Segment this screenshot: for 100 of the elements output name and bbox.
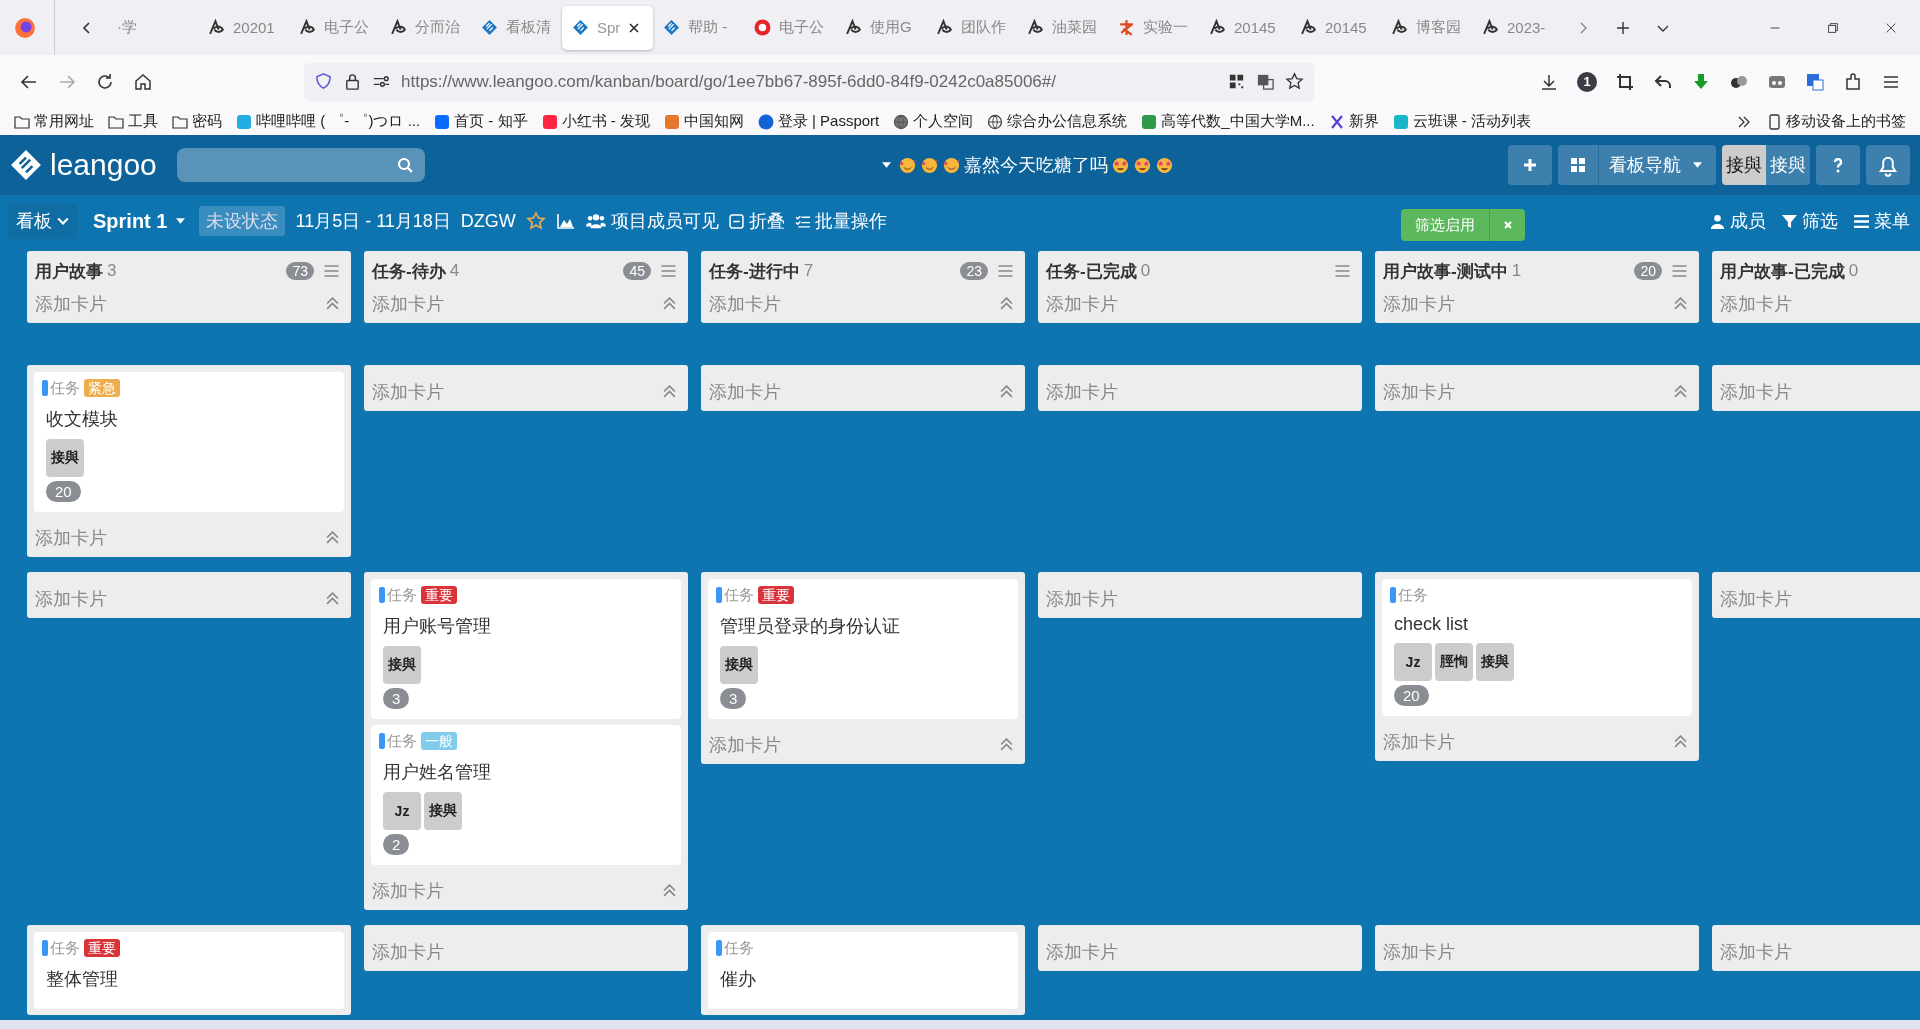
bookmark-item[interactable]: 新界: [1328, 112, 1379, 131]
browser-tab[interactable]: 使用G: [835, 5, 926, 50]
column-title[interactable]: 用户故事-测试中: [1383, 259, 1508, 283]
add-card-link[interactable]: 添加卡片: [1383, 729, 1455, 754]
crop-icon[interactable]: [1615, 71, 1635, 92]
add-card-link[interactable]: 添加卡片: [35, 291, 107, 316]
browser-tab[interactable]: 20145: [1290, 5, 1381, 50]
restore-icon[interactable]: [1826, 20, 1840, 35]
filter-button[interactable]: 筛选: [1782, 209, 1838, 233]
browser-tab[interactable]: 20201: [198, 5, 289, 50]
add-card-link[interactable]: 添加卡片: [1383, 291, 1455, 316]
menu-button[interactable]: 菜单: [1854, 209, 1910, 233]
qr-code-icon[interactable]: [1227, 72, 1246, 91]
browser-tab[interactable]: 团队作: [926, 5, 1017, 50]
task-card[interactable]: 任务 重要 用户账号管理 接與 3: [371, 579, 681, 719]
bookmark-item[interactable]: 工具: [108, 112, 158, 131]
column-title[interactable]: 用户故事-已完成: [1720, 259, 1845, 283]
column-title[interactable]: 任务-待办: [372, 259, 446, 283]
add-button[interactable]: [1508, 145, 1552, 185]
filter-enabled-button[interactable]: 筛选启用: [1401, 209, 1489, 241]
browser-tab[interactable]: 电子公: [289, 5, 380, 50]
double-chevron-up-icon[interactable]: [326, 531, 339, 544]
add-card-link[interactable]: 添加卡片: [1720, 586, 1792, 611]
double-chevron-up-icon[interactable]: [1000, 385, 1013, 398]
add-card-link[interactable]: 添加卡片: [35, 586, 107, 611]
help-button[interactable]: [1816, 145, 1860, 185]
reload-icon[interactable]: [95, 71, 115, 92]
clear-filter-button[interactable]: [1489, 209, 1525, 241]
sprint-selector[interactable]: Sprint 1: [93, 209, 190, 233]
board-nav-button[interactable]: 看板导航: [1558, 145, 1716, 185]
puzzle-icon[interactable]: [1843, 71, 1863, 92]
browser-tab[interactable]: 博客园: [1381, 5, 1472, 50]
user-avatar[interactable]: 接與: [1722, 145, 1766, 185]
bookmark-item[interactable]: 哔哩哔哩 ( ゜- ゜)つロ ...: [236, 112, 421, 131]
add-card-link[interactable]: 添加卡片: [1720, 939, 1792, 964]
browser-tab[interactable]: 20145: [1199, 5, 1290, 50]
browser-tab[interactable]: 2023-: [1472, 5, 1563, 50]
bookmark-item[interactable]: 常用网址: [14, 112, 94, 131]
double-chevron-up-icon[interactable]: [1674, 385, 1687, 398]
bookmark-item[interactable]: 登录 | Passport: [757, 112, 880, 131]
double-chevron-up-icon[interactable]: [1000, 297, 1013, 310]
task-card[interactable]: 任务 一般 用户姓名管理 Jz 接與 2: [371, 725, 681, 865]
task-card[interactable]: 任务 重要 管理员登录的身份认证 接與 3: [708, 579, 1018, 719]
double-chevron-up-icon[interactable]: [663, 884, 676, 897]
plus-icon[interactable]: [1615, 19, 1631, 36]
browser-tab[interactable]: 电子公: [744, 5, 835, 50]
task-card[interactable]: 任务 check list Jz 脛恂 接與 20: [1382, 579, 1692, 716]
search-icon[interactable]: [396, 157, 413, 173]
add-card-link[interactable]: 添加卡片: [1046, 586, 1118, 611]
bookmark-item[interactable]: 中国知网: [663, 112, 744, 131]
add-card-link[interactable]: 添加卡片: [372, 939, 444, 964]
add-card-link[interactable]: 添加卡片: [35, 525, 107, 550]
add-card-link[interactable]: 添加卡片: [372, 379, 444, 404]
address-bar[interactable]: https://www.leangoo.com/kanban/board/go/1ee7bb67-895f-6dd0-84f9-0242c0a85006#/: [304, 62, 1314, 101]
double-chevron-up-icon[interactable]: [326, 297, 339, 310]
double-chevron-up-icon[interactable]: [1000, 738, 1013, 751]
task-card[interactable]: 任务 催办: [708, 932, 1018, 1009]
bookmark-item[interactable]: 小红书 - 发现: [541, 112, 650, 131]
star-icon[interactable]: [525, 211, 546, 231]
browser-tab[interactable]: 油菜园: [1017, 5, 1108, 50]
translate-icon[interactable]: [1256, 72, 1275, 91]
firefox-icon[interactable]: [14, 16, 36, 39]
home-icon[interactable]: [133, 71, 153, 92]
add-card-link[interactable]: 添加卡片: [709, 732, 781, 757]
bookmark-item[interactable]: 移动设备上的书签: [1766, 112, 1906, 131]
double-chevron-up-icon[interactable]: [1674, 735, 1687, 748]
add-card-link[interactable]: 添加卡片: [1046, 291, 1118, 316]
bookmark-item[interactable]: 云班课 - 活动列表: [1392, 112, 1531, 131]
add-card-link[interactable]: 添加卡片: [372, 878, 444, 903]
add-card-link[interactable]: 添加卡片: [1383, 939, 1455, 964]
add-card-link[interactable]: 添加卡片: [709, 379, 781, 404]
area-chart-icon[interactable]: [555, 211, 576, 231]
add-card-link[interactable]: 添加卡片: [1720, 379, 1792, 404]
column-title[interactable]: 任务-已完成: [1046, 259, 1137, 283]
double-chevron-up-icon[interactable]: [1674, 297, 1687, 310]
column-title[interactable]: 任务-进行中: [709, 259, 800, 283]
batch-button[interactable]: 批量操作: [794, 209, 887, 233]
task-card[interactable]: 任务 重要 整体管理: [34, 932, 344, 1009]
star-icon[interactable]: [1285, 72, 1304, 91]
browser-tab[interactable]: Spr: [562, 5, 653, 50]
browser-tab[interactable]: 帮助 -: [653, 5, 744, 50]
add-card-link[interactable]: 添加卡片: [1720, 291, 1792, 316]
close-icon[interactable]: [628, 21, 641, 34]
notification-button[interactable]: [1866, 145, 1910, 185]
add-card-link[interactable]: 添加卡片: [372, 291, 444, 316]
user-avatar[interactable]: 接與: [1766, 145, 1810, 185]
add-card-link[interactable]: 添加卡片: [1046, 939, 1118, 964]
translate-icon[interactable]: [1805, 71, 1825, 92]
fold-button[interactable]: 折叠: [728, 209, 785, 233]
column-title[interactable]: 用户故事: [35, 259, 103, 283]
bookmark-item[interactable]: 个人空间: [893, 112, 974, 131]
add-card-link[interactable]: 添加卡片: [1046, 379, 1118, 404]
bookmark-item[interactable]: 首页 - 知乎: [434, 112, 528, 131]
members-button[interactable]: 成员: [1710, 209, 1766, 233]
search-field[interactable]: [176, 148, 425, 182]
extension-badge[interactable]: 1: [1577, 71, 1597, 92]
browser-tab[interactable]: ·学: [107, 5, 198, 50]
double-chevron-up-icon[interactable]: [663, 385, 676, 398]
visibility-button[interactable]: 项目成员可见: [585, 209, 719, 233]
add-card-link[interactable]: 添加卡片: [709, 291, 781, 316]
